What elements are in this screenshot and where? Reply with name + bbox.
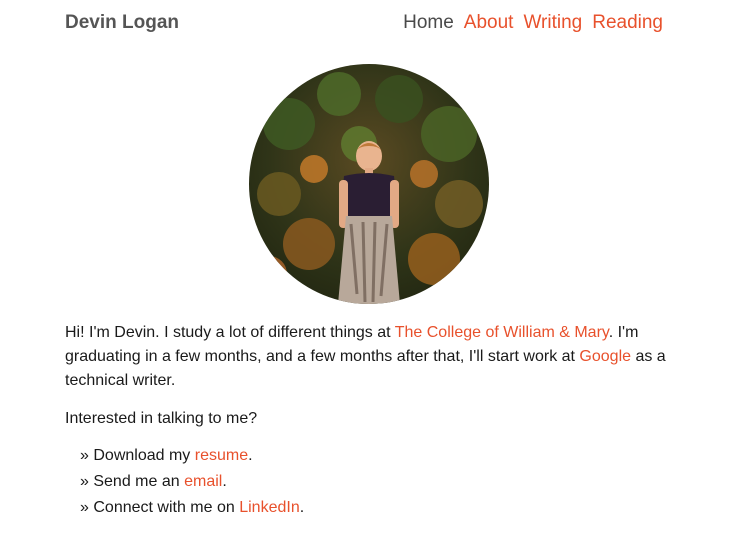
- main-nav: Home About Writing Reading: [403, 12, 663, 34]
- google-link[interactable]: Google: [579, 348, 631, 365]
- profile-photo: [249, 64, 489, 304]
- nav-reading-link[interactable]: Reading: [592, 12, 663, 34]
- bullet-icon: »: [80, 499, 89, 516]
- bullet-icon: »: [80, 473, 89, 490]
- main-content: Hi! I'm Devin. I study a lot of differen…: [65, 321, 685, 521]
- college-link[interactable]: The College of William & Mary: [395, 324, 609, 341]
- bullet-icon: »: [80, 447, 89, 464]
- resume-prefix: Download my: [93, 447, 195, 464]
- page: Devin Logan Home About Writing Reading H…: [0, 0, 749, 554]
- intro-text-1: Hi! I'm Devin. I study a lot of differen…: [65, 324, 395, 341]
- site-title-link[interactable]: Devin Logan: [65, 12, 179, 34]
- profile-photo-image: [249, 64, 489, 304]
- contact-item-email: » Send me an email.: [80, 469, 685, 495]
- linkedin-link[interactable]: LinkedIn: [239, 499, 300, 516]
- resume-suffix: .: [248, 447, 253, 464]
- linkedin-suffix: .: [299, 499, 305, 516]
- nav-home-link[interactable]: Home: [403, 12, 454, 34]
- contact-item-resume: » Download my resume.: [80, 443, 685, 469]
- email-link[interactable]: email: [184, 473, 222, 490]
- contact-list: » Download my resume. » Send me an email…: [65, 443, 685, 521]
- contact-item-linkedin: » Connect with me on LinkedIn.: [80, 495, 685, 521]
- email-suffix: .: [222, 473, 227, 490]
- linkedin-prefix: Connect with me on: [93, 499, 240, 516]
- resume-link[interactable]: resume: [195, 447, 248, 464]
- nav-writing-link[interactable]: Writing: [523, 12, 582, 34]
- contact-question: Interested in talking to me?: [65, 410, 258, 427]
- intro-paragraph: Hi! I'm Devin. I study a lot of differen…: [65, 321, 685, 393]
- email-prefix: Send me an: [93, 473, 185, 490]
- nav-about-link[interactable]: About: [464, 12, 514, 34]
